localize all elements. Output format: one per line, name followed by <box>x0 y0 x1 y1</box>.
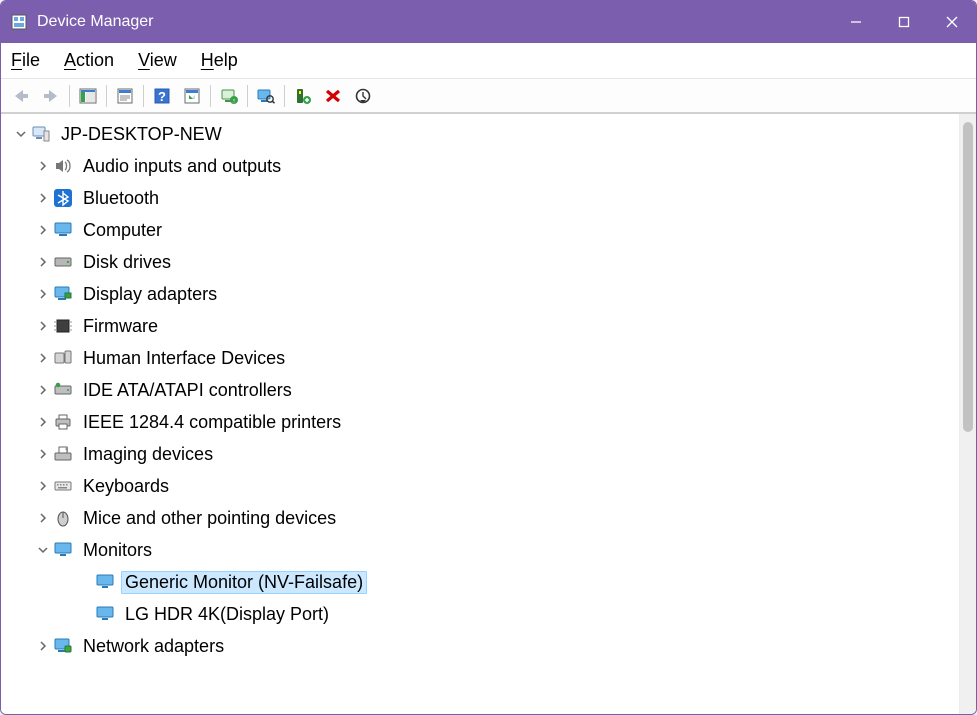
vertical-scrollbar[interactable] <box>959 114 976 714</box>
tree-node-label: Audio inputs and outputs <box>79 155 285 178</box>
imaging-icon <box>53 444 73 464</box>
tree-node-label: Display adapters <box>79 283 221 306</box>
maximize-button[interactable] <box>880 1 928 43</box>
tree-node-generic-monitor-nv-failsafe-[interactable]: Generic Monitor (NV-Failsafe) <box>7 566 959 598</box>
tree-node-label: Computer <box>79 219 166 242</box>
chevron-right-icon[interactable] <box>35 158 51 174</box>
speaker-icon <box>53 156 73 176</box>
tree-node-jp-desktop-new[interactable]: JP-DESKTOP-NEW <box>7 118 959 150</box>
hid-icon <box>53 348 73 368</box>
tree-node-monitors[interactable]: Monitors <box>7 534 959 566</box>
tree-node-label: Monitors <box>79 539 156 562</box>
tree-node-label: Firmware <box>79 315 162 338</box>
tree-node-label: Keyboards <box>79 475 173 498</box>
chevron-right-icon[interactable] <box>35 510 51 526</box>
tree-node-imaging-devices[interactable]: Imaging devices <box>7 438 959 470</box>
chevron-right-icon[interactable] <box>35 350 51 366</box>
tree-node-label: Imaging devices <box>79 443 217 466</box>
tree-node-computer[interactable]: Computer <box>7 214 959 246</box>
menu-bar: File Action View Help <box>1 43 976 79</box>
chevron-right-icon[interactable] <box>35 446 51 462</box>
tree-node-label: LG HDR 4K(Display Port) <box>121 603 333 626</box>
tree-node-ide-ata-atapi-controllers[interactable]: IDE ATA/ATAPI controllers <box>7 374 959 406</box>
chevron-down-icon[interactable] <box>13 126 29 142</box>
bluetooth-icon <box>53 188 73 208</box>
svg-text:?: ? <box>158 89 166 104</box>
ide-icon <box>53 380 73 400</box>
chevron-right-icon[interactable] <box>35 286 51 302</box>
title-bar[interactable]: Device Manager <box>1 1 976 43</box>
printer-icon <box>53 412 73 432</box>
tree-node-mice-and-other-pointing-devices[interactable]: Mice and other pointing devices <box>7 502 959 534</box>
mouse-icon <box>53 508 73 528</box>
tree-node-audio-inputs-and-outputs[interactable]: Audio inputs and outputs <box>7 150 959 182</box>
tree-node-network-adapters[interactable]: Network adapters <box>7 630 959 662</box>
showhide-console-tree-button[interactable] <box>74 83 102 109</box>
keyboard-icon <box>53 476 73 496</box>
app-icon <box>9 12 29 32</box>
chevron-right-icon[interactable] <box>35 638 51 654</box>
menu-view[interactable]: View <box>138 50 177 71</box>
computer-icon <box>53 220 73 240</box>
tree-node-human-interface-devices[interactable]: Human Interface Devices <box>7 342 959 374</box>
disable-device-button[interactable] <box>349 83 377 109</box>
back-button[interactable] <box>7 83 35 109</box>
close-button[interactable] <box>928 1 976 43</box>
firmware-icon <box>53 316 73 336</box>
display-adapter-icon <box>53 284 73 304</box>
monitor-icon <box>53 540 73 560</box>
add-legacy-hardware-button[interactable] <box>289 83 317 109</box>
menu-action[interactable]: Action <box>64 50 114 71</box>
svg-text:↑: ↑ <box>232 98 236 104</box>
forward-button[interactable] <box>37 83 65 109</box>
tree-node-label: JP-DESKTOP-NEW <box>57 123 226 146</box>
tree-node-label: Disk drives <box>79 251 175 274</box>
window-title: Device Manager <box>37 13 154 31</box>
chevron-right-icon[interactable] <box>35 254 51 270</box>
computer-root-icon <box>31 124 51 144</box>
tree-node-firmware[interactable]: Firmware <box>7 310 959 342</box>
chevron-right-icon[interactable] <box>35 318 51 334</box>
chevron-right-icon[interactable] <box>35 478 51 494</box>
chevron-placeholder <box>77 606 93 622</box>
tree-node-label: Human Interface Devices <box>79 347 289 370</box>
tree-node-label: Generic Monitor (NV-Failsafe) <box>121 571 367 594</box>
scan-hardware-button[interactable] <box>252 83 280 109</box>
action-options-button[interactable] <box>178 83 206 109</box>
toolbar: ? ↑ <box>1 79 976 113</box>
chevron-right-icon[interactable] <box>35 190 51 206</box>
tree-node-label: IDE ATA/ATAPI controllers <box>79 379 296 402</box>
tree-node-lg-hdr-4k-display-port-[interactable]: LG HDR 4K(Display Port) <box>7 598 959 630</box>
monitor-icon <box>95 604 115 624</box>
chevron-placeholder <box>77 574 93 590</box>
menu-file[interactable]: File <box>11 50 40 71</box>
tree-node-keyboards[interactable]: Keyboards <box>7 470 959 502</box>
chevron-right-icon[interactable] <box>35 382 51 398</box>
chevron-right-icon[interactable] <box>35 222 51 238</box>
network-icon <box>53 636 73 656</box>
tree-node-label: Bluetooth <box>79 187 163 210</box>
properties-button[interactable] <box>111 83 139 109</box>
scrollbar-thumb[interactable] <box>963 122 973 432</box>
tree-node-display-adapters[interactable]: Display adapters <box>7 278 959 310</box>
uninstall-device-button[interactable] <box>319 83 347 109</box>
tree-node-label: Mice and other pointing devices <box>79 507 340 530</box>
chevron-right-icon[interactable] <box>35 414 51 430</box>
tree-node-disk-drives[interactable]: Disk drives <box>7 246 959 278</box>
help-button[interactable]: ? <box>148 83 176 109</box>
tree-content-area: JP-DESKTOP-NEW Audio inputs and outputs Bl… <box>1 113 976 714</box>
tree-node-ieee-1284-4-compatible-printers[interactable]: IEEE 1284.4 compatible printers <box>7 406 959 438</box>
device-tree[interactable]: JP-DESKTOP-NEW Audio inputs and outputs Bl… <box>1 114 959 714</box>
tree-node-label: Network adapters <box>79 635 228 658</box>
monitor-icon <box>95 572 115 592</box>
menu-help[interactable]: Help <box>201 50 238 71</box>
tree-node-label: IEEE 1284.4 compatible printers <box>79 411 345 434</box>
tree-node-bluetooth[interactable]: Bluetooth <box>7 182 959 214</box>
minimize-button[interactable] <box>832 1 880 43</box>
disk-icon <box>53 252 73 272</box>
update-driver-button[interactable]: ↑ <box>215 83 243 109</box>
device-manager-window: Device Manager File Action View Help <box>0 0 977 715</box>
chevron-down-icon[interactable] <box>35 542 51 558</box>
